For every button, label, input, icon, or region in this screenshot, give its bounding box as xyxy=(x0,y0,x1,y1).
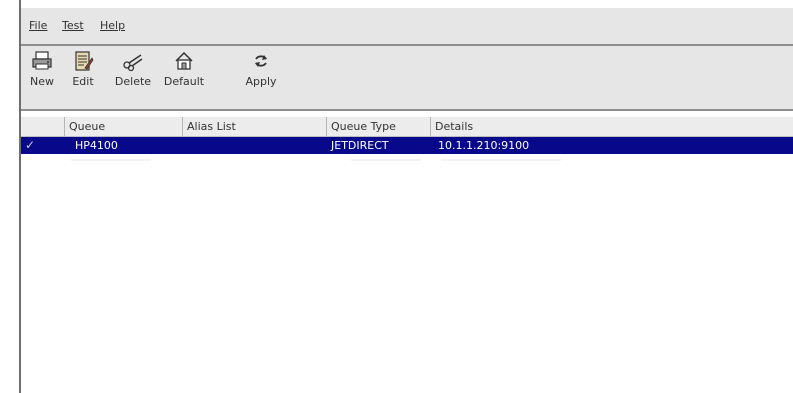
column-header-details[interactable]: Details xyxy=(431,117,793,136)
scissors-icon xyxy=(123,54,143,72)
edit-document-icon xyxy=(75,51,94,71)
delete-button[interactable]: Delete xyxy=(111,50,155,106)
apply-button[interactable]: Apply xyxy=(243,50,279,106)
table-header: Queue Alias List Queue Type Details xyxy=(21,117,793,137)
queue-table: Queue Alias List Queue Type Details ✓ HP… xyxy=(21,111,793,393)
menu-file[interactable]: File xyxy=(29,19,47,32)
new-button[interactable]: New xyxy=(25,50,59,106)
checkmark-icon: ✓ xyxy=(25,138,36,152)
edit-button[interactable]: Edit xyxy=(65,50,101,106)
cell-details: 10.1.1.210:9100 xyxy=(438,139,530,152)
column-header-alias[interactable]: Alias List xyxy=(183,117,327,136)
menu-bar: File Test Help xyxy=(21,8,793,46)
cell-queue-type: JETDIRECT xyxy=(331,139,389,152)
printer-config-window: File Test Help New Edit Delete Default A… xyxy=(21,0,793,393)
default-button[interactable]: Default xyxy=(162,50,206,106)
toolbar: New Edit Delete Default Apply xyxy=(21,46,793,111)
column-header-queue[interactable]: Queue xyxy=(65,117,183,136)
column-header-queue-type[interactable]: Queue Type xyxy=(327,117,431,136)
menu-test[interactable]: Test xyxy=(62,19,84,32)
table-row[interactable]: ✓ HP4100 JETDIRECT 10.1.1.210:9100 xyxy=(21,137,793,154)
empty-row-artifact xyxy=(61,157,581,163)
menu-help[interactable]: Help xyxy=(100,19,125,32)
column-header-status[interactable] xyxy=(21,117,65,136)
home-icon xyxy=(175,51,193,70)
printer-icon xyxy=(32,51,52,70)
refresh-icon xyxy=(255,55,267,67)
cell-queue: HP4100 xyxy=(75,139,118,152)
